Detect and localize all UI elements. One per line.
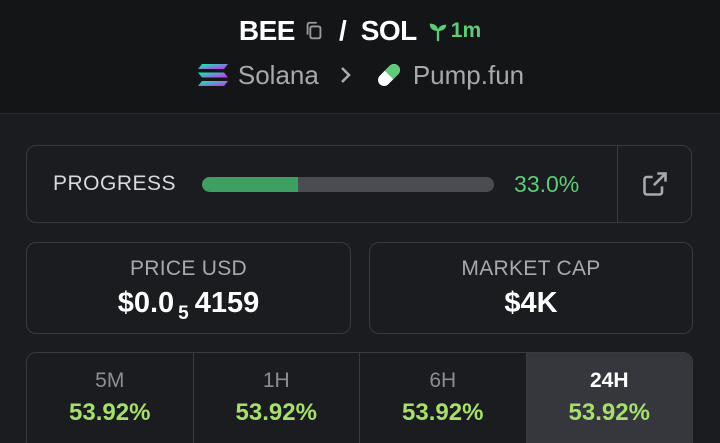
price-usd-value: $0.0 5 4159	[27, 287, 350, 324]
quote-symbol: SOL	[360, 15, 418, 46]
progress-bar-fill	[202, 176, 299, 192]
pair-age-text: 1m	[450, 19, 482, 42]
market-cap-card: MARKET CAP $4K	[369, 242, 693, 334]
pair-separator: /	[338, 15, 347, 46]
progress-bar	[202, 176, 495, 192]
pair-title: BEE / SOL 1m	[0, 12, 720, 50]
pill-icon	[377, 64, 400, 86]
timeframe-tab-6h[interactable]: 6H 53.92%	[360, 353, 527, 443]
copy-icon[interactable]	[303, 20, 325, 42]
dex-link[interactable]: Pump.fun	[413, 60, 524, 91]
progress-value: 33.0%	[514, 170, 580, 197]
sprout-icon	[429, 23, 447, 42]
price-zero-count: 5	[178, 303, 189, 324]
price-usd-card: PRICE USD $0.0 5 4159	[26, 242, 351, 334]
timeframe-label: 5M	[95, 369, 125, 392]
chevron-right-icon	[340, 67, 351, 83]
timeframe-change: 53.92%	[568, 399, 650, 426]
timeframe-tabs: 5M 53.92% 1H 53.92% 6H 53.92% 24H 53.92%	[26, 352, 693, 443]
timeframe-change: 53.92%	[402, 399, 484, 426]
timeframe-change: 53.92%	[69, 399, 151, 426]
price-digits: 4159	[194, 287, 260, 319]
timeframe-label: 24H	[589, 369, 629, 392]
timeframe-tab-24h[interactable]: 24H 53.92%	[526, 353, 692, 443]
timeframe-label: 6H	[429, 369, 457, 392]
breadcrumb: Solana Pump.fun	[0, 57, 720, 93]
timeframe-tab-1h[interactable]: 1H 53.92%	[194, 353, 360, 443]
price-usd-label: PRICE USD	[129, 257, 248, 280]
external-link-button[interactable]	[617, 146, 691, 222]
token-header: BEE / SOL 1m Solana Pump.fun	[0, 0, 720, 114]
timeframe-tab-5m[interactable]: 5M 53.92%	[27, 353, 194, 443]
solana-logo-icon	[197, 64, 228, 86]
market-cap-value: $4K	[504, 287, 558, 319]
base-symbol: BEE	[238, 15, 296, 46]
bonding-progress-card: PROGRESS 33.0%	[26, 145, 692, 223]
market-cap-label: MARKET CAP	[461, 257, 601, 280]
timeframe-change: 53.92%	[235, 399, 317, 426]
external-link-icon	[642, 172, 667, 196]
price-prefix: $0.0	[117, 287, 175, 319]
progress-label: PROGRESS	[53, 172, 177, 195]
chain-link[interactable]: Solana	[238, 60, 319, 91]
timeframe-label: 1H	[262, 369, 290, 392]
pair-age: 1m	[427, 19, 481, 43]
